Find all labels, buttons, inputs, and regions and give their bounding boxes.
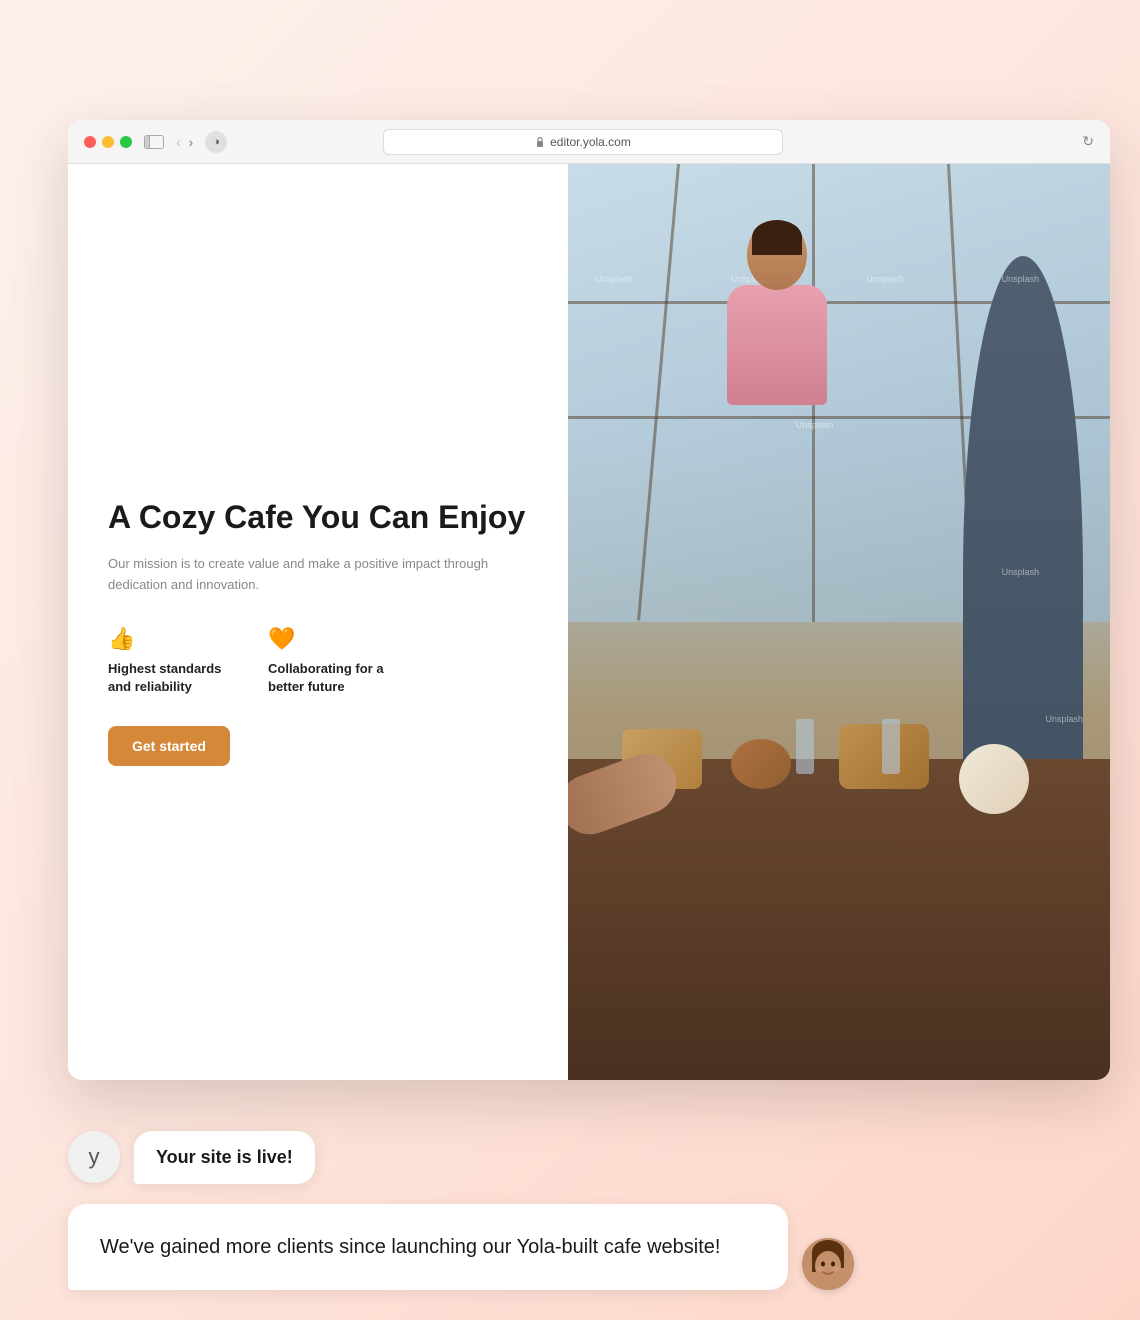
feature-label-collaboration: Collaborating for a better future — [268, 660, 388, 696]
traffic-lights — [84, 136, 132, 148]
website-heading: A Cozy Cafe You Can Enjoy — [108, 498, 528, 536]
forward-button[interactable]: › — [189, 135, 194, 149]
get-started-button[interactable]: Get started — [108, 726, 230, 766]
website-content: A Cozy Cafe You Can Enjoy Our mission is… — [68, 164, 1110, 1080]
feature-icons: 👍 Highest standards and reliability 🧡 Co… — [108, 626, 528, 696]
browser-toolbar: ‹ › ◑ editor.yola.com ↻ — [68, 120, 1110, 164]
brightness-button[interactable]: ◑ — [205, 131, 227, 153]
unsplash-watermark-6: Unsplash — [1002, 567, 1040, 577]
yola-logo-letter: y — [89, 1144, 100, 1170]
feature-item-standards: 👍 Highest standards and reliability — [108, 626, 228, 696]
website-subtext: Our mission is to create value and make … — [108, 554, 528, 596]
reload-button[interactable]: ↻ — [1082, 133, 1094, 149]
browser-window: ‹ › ◑ editor.yola.com ↻ A Cozy Cafe You … — [68, 120, 1110, 1080]
website-left-panel: A Cozy Cafe You Can Enjoy Our mission is… — [68, 164, 568, 1080]
thumbs-up-icon: 👍 — [108, 626, 228, 652]
address-bar[interactable]: editor.yola.com — [383, 129, 783, 155]
chat-bubble-row-live: y Your site is live! — [68, 1131, 1110, 1184]
traffic-light-yellow[interactable] — [102, 136, 114, 148]
unsplash-watermark-5: Unsplash — [796, 420, 834, 430]
chat-bubble-testimonial: We've gained more clients since launchin… — [68, 1204, 788, 1290]
back-button[interactable]: ‹ — [176, 135, 181, 149]
chat-area: y Your site is live! We've gained more c… — [68, 1131, 1110, 1290]
nav-buttons: ‹ › — [176, 135, 193, 149]
unsplash-watermark-4: Unsplash — [1002, 274, 1040, 284]
cafe-photo: Unsplash Unsplash Unsplash Unsplash Unsp… — [568, 164, 1110, 1080]
traffic-light-red[interactable] — [84, 136, 96, 148]
website-right-panel: Unsplash Unsplash Unsplash Unsplash Unsp… — [568, 164, 1110, 1080]
chat-bubble-site-live: Your site is live! — [134, 1131, 315, 1184]
lock-icon — [535, 136, 545, 148]
unsplash-watermark-7: Unsplash — [1045, 714, 1083, 724]
user-avatar — [802, 1238, 854, 1290]
unsplash-watermark-1: Unsplash — [595, 274, 633, 284]
sidebar-toggle-button[interactable] — [144, 135, 164, 149]
traffic-light-green[interactable] — [120, 136, 132, 148]
yola-logo-bubble: y — [68, 1131, 120, 1183]
avatar-face-svg — [802, 1238, 854, 1290]
feature-label-standards: Highest standards and reliability — [108, 660, 228, 696]
unsplash-watermark-3: Unsplash — [866, 274, 904, 284]
heart-icon: 🧡 — [268, 626, 388, 652]
feature-item-collaboration: 🧡 Collaborating for a better future — [268, 626, 388, 696]
chat-bubble-row-testimonial: We've gained more clients since launchin… — [68, 1204, 1110, 1290]
url-text: editor.yola.com — [550, 135, 631, 149]
